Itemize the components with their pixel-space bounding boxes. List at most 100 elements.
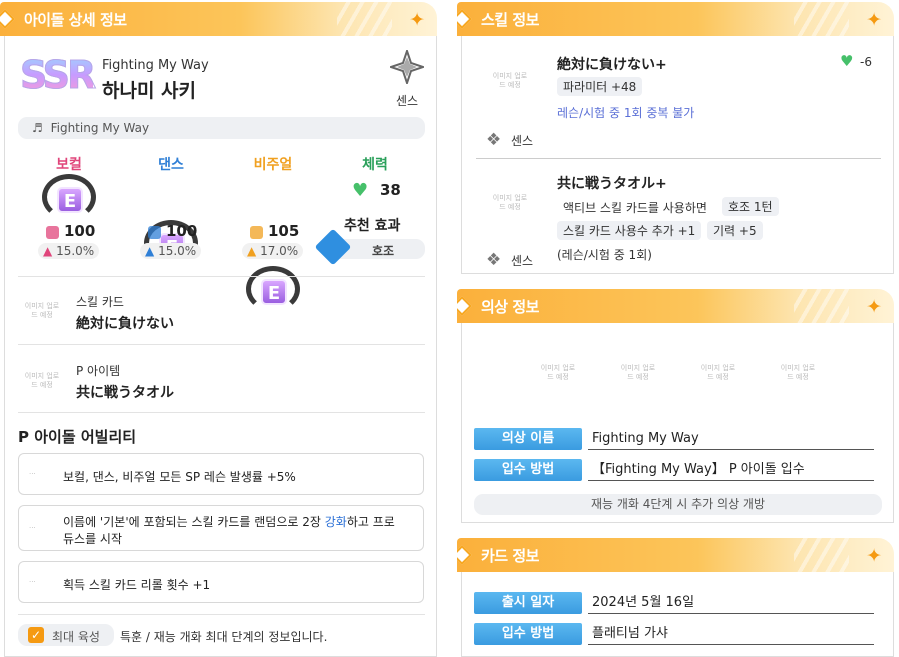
release-date-value: 2024년 5월 16일: [588, 592, 874, 614]
ability-icon-placeholder: ···: [29, 578, 36, 586]
stamina-value: 38: [380, 181, 401, 199]
card-info-header: 카드 정보 ✦: [457, 538, 894, 572]
header-diamond-icon: [457, 296, 472, 316]
grade-gauge: E: [42, 174, 96, 220]
costume-image-placeholder: 이미지 업로드 예정: [780, 364, 816, 381]
song-title: Fighting My Way: [50, 121, 150, 135]
type-label: 센스: [396, 94, 419, 108]
skill-effect-chip: 기력 +5: [707, 221, 763, 240]
costume-name-label: 의상 이름: [474, 428, 582, 450]
skill-name: 共に戦うタオル+: [557, 176, 667, 192]
stat-title: 보컬: [56, 157, 82, 173]
ability-text: 이름에 '기본'에 포함되는 스킬 카드를 랜덤으로 2장: [63, 515, 325, 529]
rarity-badge: SSR: [19, 53, 96, 98]
skill-card-image-placeholder: 이미지 업로드 예정: [24, 302, 60, 319]
skill-desc: 액티브 스킬 카드를 사용하면: [563, 201, 707, 215]
card-get-label: 입수 방법: [474, 623, 582, 645]
costume-note: 재능 개화 4단계 시 추가 의상 개방: [474, 494, 882, 515]
costume-get-value: 【Fighting My Way】 P 아이돌 입수: [588, 459, 874, 481]
skill-image-placeholder: 이미지 업로드 예정: [492, 194, 528, 211]
skill-image-placeholder: 이미지 업로드 예정: [492, 72, 528, 89]
header-stripe-decoration: [794, 538, 849, 572]
costume-get-label: 입수 방법: [474, 459, 582, 481]
max-train-toggle[interactable]: ✓ 최대 육성: [18, 624, 114, 646]
idol-detail-header: 아이돌 상세 정보 ✦: [0, 2, 437, 36]
costume-image-placeholder: 이미지 업로드 예정: [620, 364, 656, 381]
music-note-icon: ♬: [32, 121, 43, 135]
max-train-desc: 특훈 / 재능 개화 최대 단계의 정보입니다.: [120, 630, 328, 644]
stamina-label: 체력: [362, 157, 388, 173]
stat-growth: ▲ 17.0%: [242, 243, 304, 259]
header-diamond-icon: [0, 9, 15, 29]
section-title: 카드 정보: [481, 546, 539, 565]
stat-title: 댄스: [158, 157, 184, 173]
skill-card-name: 絶対に負けない: [76, 316, 174, 332]
p-item-label: P 아이템: [76, 364, 121, 378]
skill-type: 센스: [511, 254, 534, 268]
skill-effect-chip: 호조 1턴: [722, 197, 779, 216]
section-title: 아이돌 상세 정보: [24, 10, 127, 29]
stat-value: 100: [64, 222, 96, 240]
stat-growth-value: 15.0%: [56, 244, 95, 258]
stamina-heart-icon: ♥: [352, 180, 369, 201]
ability-row: ··· 이름에 '기본'에 포함되는 스킬 카드를 랜덤으로 2장 강화하고 프…: [18, 505, 424, 551]
header-stripe-decoration: [794, 2, 849, 36]
skill-effect-chip: 파라미터 +48: [557, 77, 643, 96]
stat-value: 100: [166, 222, 198, 240]
card-subtitle: Fighting My Way: [102, 58, 209, 73]
costume-image-placeholder: 이미지 업로드 예정: [700, 364, 736, 381]
skill-note: 레슨/시험 중 1회 중복 불가: [557, 106, 695, 120]
stat-icon: [250, 226, 263, 239]
ability-highlight: 강화: [324, 515, 347, 529]
sparkle-icon: ✦: [866, 545, 882, 567]
release-date-label: 출시 일자: [474, 592, 582, 614]
costume-info-header: 의상 정보 ✦: [457, 289, 894, 323]
skill-name: 絶対に負けない+: [557, 57, 667, 73]
stat-value: 105: [268, 222, 300, 240]
stat-growth: ▲ 15.0%: [38, 243, 100, 259]
stat-title: 비주얼: [253, 157, 293, 173]
sense-type-icon: ❖: [486, 250, 502, 270]
grade-gauge: E: [246, 266, 300, 312]
ability-title: P 아이돌 어빌리티: [18, 428, 137, 446]
ability-icon-placeholder: ···: [29, 524, 36, 532]
card-get-value: 플래티넘 가샤: [588, 623, 874, 645]
song-bar: ♬ Fighting My Way: [18, 117, 425, 139]
costume-name-value: Fighting My Way: [588, 428, 874, 450]
ability-text-suffix: 하고 프로: [346, 515, 395, 529]
idol-name: 하나미 사키: [102, 80, 197, 102]
costume-info-panel: [461, 323, 894, 523]
costume-image-placeholder: 이미지 업로드 예정: [540, 364, 576, 381]
skill-card-label: 스킬 카드: [76, 295, 124, 309]
skill-type: 센스: [511, 134, 534, 148]
checkbox-checked-icon[interactable]: ✓: [28, 627, 44, 643]
sense-type-icon: [387, 47, 427, 88]
sparkle-icon: ✦: [866, 296, 882, 318]
section-title: 의상 정보: [481, 297, 539, 316]
ability-row: ··· 보컬, 댄스, 비주얼 모든 SP 레슨 발생률 +5%: [18, 453, 424, 495]
skill-note: (레슨/시험 중 1회): [557, 248, 652, 262]
max-train-label: 최대 육성: [52, 630, 100, 644]
growth-up-icon: ▲: [247, 244, 257, 258]
header-stripe-decoration: [794, 289, 849, 323]
recommend-label: 추천 효과: [344, 218, 401, 234]
section-title: 스킬 정보: [481, 10, 539, 29]
stat-growth-value: 15.0%: [158, 244, 197, 258]
skill-info-header: 스킬 정보 ✦: [457, 2, 894, 36]
cost-heart-icon: ♥: [840, 52, 854, 70]
ability-text-line2: 듀스를 시작: [63, 532, 123, 546]
ability-row: ··· 획득 스킬 카드 리롤 횟수 +1: [18, 561, 424, 603]
header-stripe-decoration: [337, 2, 392, 36]
header-diamond-icon: [457, 9, 472, 29]
grade-badge: E: [261, 279, 287, 305]
p-item-image-placeholder: 이미지 업로드 예정: [24, 372, 60, 389]
sparkle-icon: ✦: [866, 9, 882, 31]
growth-up-icon: ▲: [145, 244, 155, 258]
sense-type-icon: ❖: [486, 130, 502, 150]
stat-growth: ▲ 15.0%: [140, 243, 202, 259]
sparkle-icon: ✦: [409, 9, 425, 31]
ability-icon-placeholder: ···: [29, 470, 36, 478]
skill-cost: -6: [860, 55, 872, 69]
stat-icon: [46, 226, 59, 239]
ability-text: 보컬, 댄스, 비주얼 모든 SP 레슨 발생률 +5%: [63, 470, 296, 484]
